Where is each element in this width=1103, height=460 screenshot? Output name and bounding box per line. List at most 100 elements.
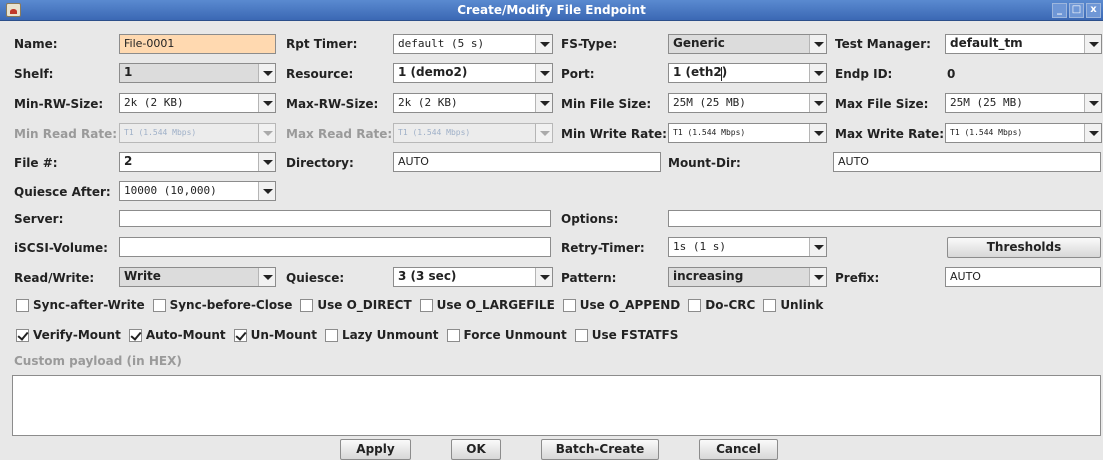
- use-o-direct-checkbox[interactable]: Use O_DIRECT: [300, 298, 412, 312]
- sync-before-close-checkbox[interactable]: Sync-before-Close: [152, 298, 292, 312]
- chevron-down-icon[interactable]: [809, 124, 826, 142]
- checkbox-box[interactable]: [128, 328, 142, 342]
- chevron-down-icon[interactable]: [809, 268, 826, 286]
- min-write-rate-label: Min Write Rate:: [561, 127, 667, 141]
- checkbox-box[interactable]: [419, 298, 433, 312]
- pattern-select[interactable]: increasing: [668, 267, 827, 287]
- use-o-append-checkbox[interactable]: Use O_APPEND: [562, 298, 680, 312]
- checkbox-box[interactable]: [574, 328, 588, 342]
- checkbox-box[interactable]: [16, 298, 29, 312]
- lazy-unmount-checkbox[interactable]: Lazy Unmount: [324, 328, 439, 342]
- max-read-rate-select: T1 (1.544 Mbps): [393, 123, 553, 143]
- ok-button[interactable]: OK: [451, 439, 501, 460]
- max-file-size-value: 25M (25 MB): [950, 96, 1023, 109]
- force-unmount-checkbox[interactable]: Force Unmount: [446, 328, 567, 342]
- chevron-down-icon[interactable]: [809, 35, 826, 53]
- quiesce-after-value: 10000 (10,000): [124, 184, 217, 197]
- chevron-down-icon[interactable]: [535, 35, 552, 53]
- rpt-timer-select[interactable]: default (5 s): [393, 34, 553, 54]
- minimize-icon[interactable]: _: [1052, 3, 1067, 18]
- prefix-field[interactable]: AUTO: [945, 267, 1101, 287]
- maximize-icon[interactable]: □: [1069, 3, 1084, 18]
- thresholds-button[interactable]: Thresholds: [947, 237, 1101, 258]
- window-titlebar[interactable]: Create/Modify File Endpoint _ □ x: [0, 0, 1103, 21]
- un-mount-checkbox[interactable]: Un-Mount: [233, 328, 317, 342]
- max-write-rate-label: Max Write Rate:: [835, 127, 945, 141]
- min-rw-size-label: Min-RW-Size:: [14, 97, 104, 111]
- checkbox-box[interactable]: [300, 298, 314, 312]
- checkbox-box[interactable]: [562, 298, 576, 312]
- server-field[interactable]: [119, 210, 551, 227]
- checkbox-box[interactable]: [152, 298, 166, 312]
- auto-mount-checkbox[interactable]: Auto-Mount: [128, 328, 226, 342]
- sync-after-write-checkbox[interactable]: Sync-after-Write: [16, 298, 145, 312]
- apply-button[interactable]: Apply: [340, 439, 411, 460]
- checkbox-box[interactable]: [324, 328, 338, 342]
- shelf-select[interactable]: 1: [119, 63, 276, 83]
- chevron-down-icon[interactable]: [809, 64, 826, 82]
- use-fstatfs-checkbox[interactable]: Use FSTATFS: [574, 328, 678, 342]
- chevron-down-icon[interactable]: [258, 182, 275, 200]
- batch-create-button[interactable]: Batch-Create: [541, 439, 659, 460]
- cancel-button[interactable]: Cancel: [699, 439, 778, 460]
- chevron-down-icon[interactable]: [258, 153, 275, 171]
- chevron-down-icon[interactable]: [258, 64, 275, 82]
- min-file-size-label: Min File Size:: [561, 97, 652, 111]
- custom-payload-textarea[interactable]: [12, 375, 1101, 436]
- retry-timer-label: Retry-Timer:: [561, 241, 645, 255]
- max-rw-size-select[interactable]: 2k (2 KB): [393, 93, 553, 113]
- retry-timer-select[interactable]: 1s (1 s): [668, 237, 827, 257]
- chevron-down-icon[interactable]: [258, 94, 275, 112]
- checkbox-box[interactable]: [688, 298, 702, 312]
- do-crc-checkbox[interactable]: Do-CRC: [688, 298, 755, 312]
- min-rw-size-select[interactable]: 2k (2 KB): [119, 93, 276, 113]
- use-o-largefile-checkbox[interactable]: Use O_LARGEFILE: [419, 298, 555, 312]
- resource-value: 1 (demo2): [398, 65, 468, 79]
- verify-mount-checkbox[interactable]: Verify-Mount: [16, 328, 121, 342]
- retry-timer-value: 1s (1 s): [673, 240, 726, 253]
- max-write-rate-select[interactable]: T1 (1.544 Mbps): [945, 123, 1102, 143]
- min-read-rate-label: Min Read Rate:: [14, 127, 118, 141]
- min-file-size-select[interactable]: 25M (25 MB): [668, 93, 827, 113]
- port-select[interactable]: 1 (eth2): [668, 63, 827, 83]
- chevron-down-icon[interactable]: [535, 268, 552, 286]
- quiesce-label: Quiesce:: [286, 271, 345, 285]
- mount-dir-field[interactable]: AUTO: [833, 152, 1101, 172]
- test-manager-select[interactable]: default_tm: [945, 34, 1102, 54]
- test-manager-label: Test Manager:: [835, 37, 931, 51]
- chevron-down-icon[interactable]: [1084, 94, 1101, 112]
- max-file-size-select[interactable]: 25M (25 MB): [945, 93, 1102, 113]
- rpt-timer-label: Rpt Timer:: [286, 37, 358, 51]
- options-field[interactable]: [668, 210, 1101, 227]
- iscsi-volume-field[interactable]: [119, 237, 551, 257]
- iscsi-volume-label: iSCSI-Volume:: [14, 241, 108, 255]
- name-field[interactable]: File-0001: [119, 34, 276, 54]
- file-number-select[interactable]: 2: [119, 152, 276, 172]
- port-value: 1 (eth2): [673, 65, 728, 79]
- endp-id-label: Endp ID:: [835, 67, 893, 81]
- close-icon[interactable]: x: [1086, 3, 1101, 18]
- chevron-down-icon[interactable]: [258, 268, 275, 286]
- checkbox-box[interactable]: [446, 328, 460, 342]
- test-manager-value: default_tm: [950, 36, 1023, 50]
- quiesce-after-select[interactable]: 10000 (10,000): [119, 181, 276, 201]
- chevron-down-icon[interactable]: [809, 238, 826, 256]
- quiesce-select[interactable]: 3 (3 sec): [393, 267, 553, 287]
- checkbox-box[interactable]: [233, 328, 247, 342]
- resource-select[interactable]: 1 (demo2): [393, 63, 553, 83]
- checkbox-box[interactable]: [763, 298, 777, 312]
- read-write-select[interactable]: Write: [119, 267, 276, 287]
- chevron-down-icon[interactable]: [809, 94, 826, 112]
- window-controls: _ □ x: [1052, 3, 1101, 18]
- chevron-down-icon[interactable]: [535, 94, 552, 112]
- pattern-value: increasing: [673, 269, 744, 283]
- chevron-down-icon[interactable]: [1084, 124, 1101, 142]
- chevron-down-icon[interactable]: [535, 64, 552, 82]
- unlink-checkbox[interactable]: Unlink: [763, 298, 823, 312]
- fs-type-select[interactable]: Generic: [668, 34, 827, 54]
- checkbox-box[interactable]: [16, 328, 29, 342]
- directory-field[interactable]: AUTO: [393, 152, 661, 172]
- dialog-content: Name: File-0001 Rpt Timer: default (5 s)…: [0, 21, 1103, 460]
- chevron-down-icon[interactable]: [1084, 35, 1101, 53]
- min-write-rate-select[interactable]: T1 (1.544 Mbps): [668, 123, 827, 143]
